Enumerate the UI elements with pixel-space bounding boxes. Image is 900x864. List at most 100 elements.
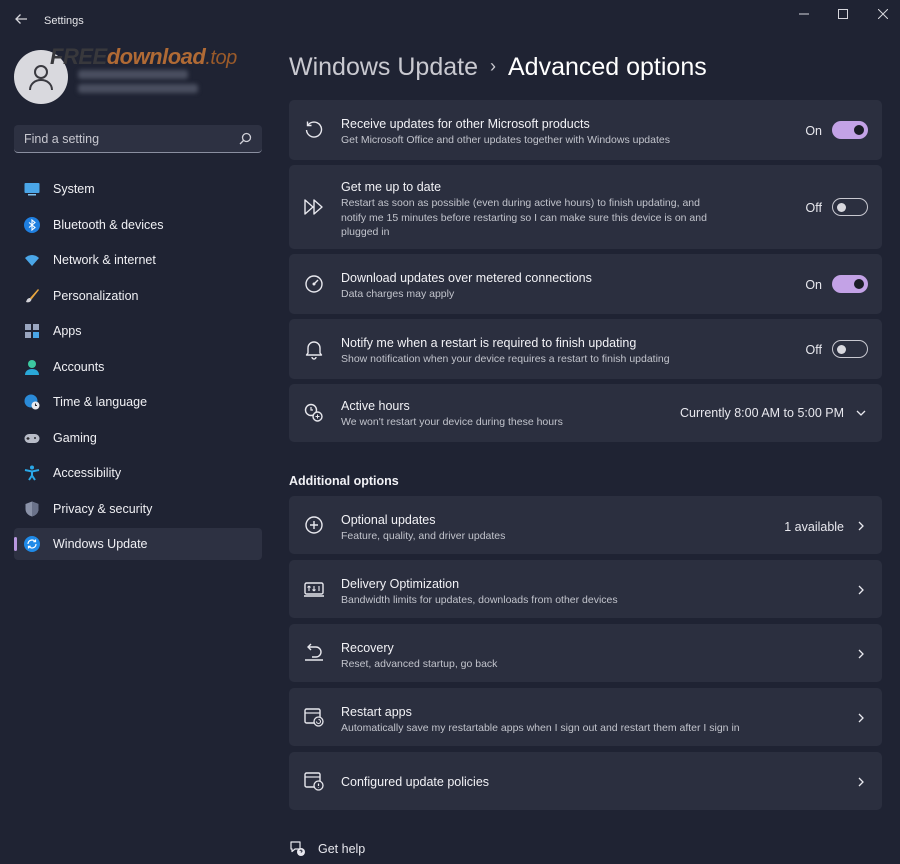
recovery-icon	[305, 643, 323, 661]
option-title: Restart apps	[341, 705, 412, 719]
brush-icon	[26, 288, 39, 302]
get-help-label: Get help	[318, 841, 366, 856]
user-name-blurred	[78, 70, 188, 79]
other-products-toggle[interactable]	[832, 121, 868, 139]
sidebar-item-accounts[interactable]: Accounts	[14, 351, 262, 383]
setting-card-notify-restart[interactable]: Notify me when a restart is required to …	[289, 319, 882, 379]
get-help-link[interactable]: Get help	[289, 840, 365, 857]
restart-apps-icon	[304, 708, 324, 727]
sidebar-item-label: Bluetooth & devices	[53, 217, 164, 232]
sidebar-item-label: Apps	[53, 324, 82, 338]
plus-circle-icon	[305, 516, 323, 534]
option-card-recovery[interactable]: Recovery Reset, advanced startup, go bac…	[289, 624, 882, 682]
option-description: Automatically save my restartable apps w…	[341, 722, 740, 734]
setting-description: Show notification when your device requi…	[341, 353, 670, 365]
sidebar-item-label: System	[53, 182, 95, 196]
search-input[interactable]	[14, 125, 234, 153]
toggle-state-label: On	[805, 124, 822, 138]
help-chat-icon	[290, 841, 305, 856]
sidebar-item-bluetooth[interactable]: Bluetooth & devices	[14, 209, 262, 241]
wifi-icon	[25, 255, 39, 266]
refresh-icon	[305, 121, 323, 138]
option-description: Bandwidth limits for updates, downloads …	[341, 594, 618, 606]
setting-card-active-hours[interactable]: Active hours We won't restart your devic…	[289, 384, 882, 442]
chevron-right-icon[interactable]	[856, 777, 866, 787]
breadcrumb-separator: ›	[489, 56, 496, 76]
setting-title: Notify me when a restart is required to …	[341, 336, 637, 350]
search-icon[interactable]	[239, 132, 252, 145]
sidebar-item-time-language[interactable]: Time & language	[14, 386, 262, 418]
sync-icon	[24, 536, 40, 552]
sidebar-item-gaming[interactable]: Gaming	[14, 422, 262, 454]
sidebar-item-personalization[interactable]: Personalization	[14, 280, 262, 312]
option-title: Delivery Optimization	[341, 577, 460, 591]
setting-title: Active hours	[341, 399, 410, 413]
chevron-down-icon[interactable]	[856, 408, 866, 418]
setting-description: Restart as soon as possible (even during…	[341, 197, 707, 238]
app-title: Settings	[44, 15, 84, 27]
maximize-button[interactable]	[829, 6, 857, 24]
metered-connections-toggle[interactable]	[832, 275, 868, 293]
setting-description: Get Microsoft Office and other updates t…	[341, 134, 670, 146]
option-card-optional-updates[interactable]: Optional updates Feature, quality, and d…	[289, 496, 882, 554]
sidebar-item-label: Privacy & security	[53, 501, 153, 516]
option-title: Recovery	[341, 641, 394, 655]
optional-updates-count: 1 available	[784, 520, 844, 534]
sidebar-nav: System Bluetooth & devices Network & int…	[14, 173, 262, 564]
setting-title: Get me up to date	[341, 180, 442, 194]
toggle-state-label: Off	[805, 343, 822, 357]
chevron-right-icon[interactable]	[856, 649, 866, 659]
sidebar-item-windows-update[interactable]: Windows Update	[14, 528, 262, 560]
fast-forward-icon	[304, 199, 323, 215]
gamepad-icon	[24, 433, 40, 443]
policy-icon	[304, 772, 324, 791]
notify-restart-toggle[interactable]	[832, 340, 868, 358]
close-button[interactable]	[869, 6, 897, 24]
setting-title: Download updates over metered connection…	[341, 271, 592, 285]
sidebar-item-label: Gaming	[53, 430, 97, 445]
watermark-logo: FREEdownload.top	[50, 44, 237, 69]
delivery-icon	[304, 582, 324, 597]
sidebar-item-label: Windows Update	[53, 537, 148, 551]
setting-card-metered-connections[interactable]: Download updates over metered connection…	[289, 254, 882, 314]
accessibility-icon	[24, 465, 40, 481]
person-icon	[25, 359, 39, 375]
globe-clock-icon	[24, 394, 40, 410]
active-hours-value: Currently 8:00 AM to 5:00 PM	[680, 406, 844, 420]
get-up-to-date-toggle[interactable]	[832, 198, 868, 216]
sidebar-item-label: Accessibility	[53, 466, 122, 480]
sidebar-item-privacy-security[interactable]: Privacy & security	[14, 493, 262, 525]
setting-card-other-products[interactable]: Receive updates for other Microsoft prod…	[289, 100, 882, 160]
setting-description: Data charges may apply	[341, 288, 455, 300]
back-arrow-icon[interactable]	[10, 10, 32, 32]
monitor-icon	[24, 183, 40, 196]
toggle-state-label: On	[805, 278, 822, 292]
clock-icon	[304, 403, 323, 422]
option-card-update-policies[interactable]: Configured update policies	[289, 752, 882, 810]
option-description: Reset, advanced startup, go back	[341, 658, 498, 670]
sidebar-item-system[interactable]: System	[14, 173, 262, 205]
toggle-state-label: Off	[805, 201, 822, 215]
sidebar-item-apps[interactable]: Apps	[14, 315, 262, 347]
shield-icon	[25, 501, 39, 516]
chevron-right-icon[interactable]	[856, 585, 866, 595]
option-description: Feature, quality, and driver updates	[341, 530, 506, 542]
apps-icon	[25, 324, 39, 338]
title-bar: Settings	[0, 0, 900, 40]
bell-icon	[305, 341, 323, 360]
option-card-delivery-optimization[interactable]: Delivery Optimization Bandwidth limits f…	[289, 560, 882, 618]
chevron-right-icon[interactable]	[856, 713, 866, 723]
chevron-right-icon[interactable]	[856, 521, 866, 531]
setting-card-get-up-to-date[interactable]: Get me up to date Restart as soon as pos…	[289, 165, 882, 249]
minimize-button[interactable]	[790, 6, 818, 24]
page-title: Advanced options	[507, 53, 707, 81]
setting-title: Receive updates for other Microsoft prod…	[341, 117, 590, 131]
breadcrumb: Windows Update › Advanced options	[289, 53, 707, 83]
user-email-blurred	[78, 84, 198, 93]
sidebar-item-network[interactable]: Network & internet	[14, 244, 262, 276]
option-card-restart-apps[interactable]: Restart apps Automatically save my resta…	[289, 688, 882, 746]
search-box	[14, 125, 262, 153]
sidebar-item-accessibility[interactable]: Accessibility	[14, 457, 262, 489]
breadcrumb-parent[interactable]: Windows Update	[289, 53, 478, 81]
sidebar-item-label: Personalization	[53, 288, 139, 303]
